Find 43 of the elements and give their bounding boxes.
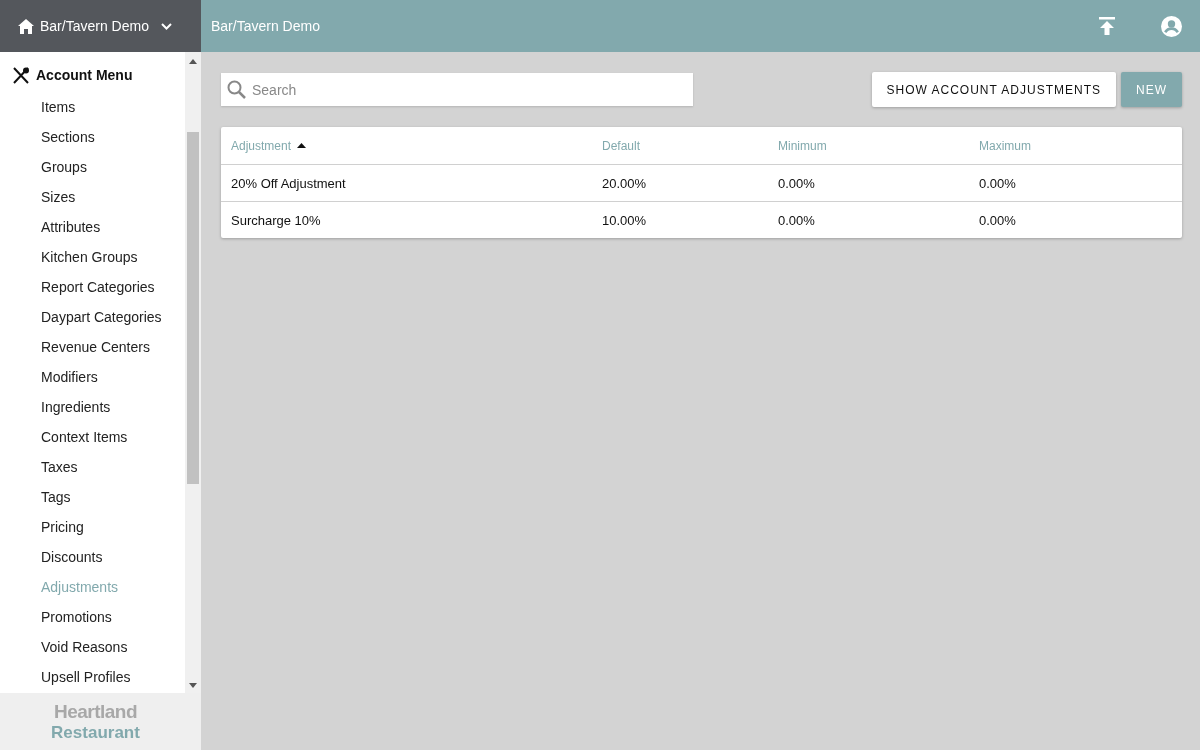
upload-icon[interactable] [1099, 17, 1115, 35]
scroll-down-icon[interactable] [189, 683, 197, 688]
sidebar-item[interactable]: Promotions [0, 602, 185, 632]
sidebar-item[interactable]: Discounts [0, 542, 185, 572]
sidebar-item[interactable]: Taxes [0, 452, 185, 482]
utensils-icon [12, 66, 30, 84]
table-cell: 0.00% [979, 176, 1016, 191]
table-cell: 0.00% [979, 213, 1016, 228]
sidebar-item[interactable]: Void Reasons [0, 632, 185, 662]
chevron-down-icon[interactable] [160, 22, 172, 30]
show-adjustments-button[interactable]: SHOW ACCOUNT ADJUSTMENTS [871, 72, 1116, 107]
sort-up-icon[interactable] [297, 143, 307, 148]
sidebar-item[interactable]: Sections [0, 122, 185, 152]
sidebar-item[interactable]: Daypart Categories [0, 302, 185, 332]
sidebar-item[interactable]: Report Categories [0, 272, 185, 302]
sidebar-item[interactable]: Items [0, 92, 185, 122]
sidebar-item[interactable]: Pricing [0, 512, 185, 542]
table-cell: 20.00% [602, 176, 647, 191]
sidebar-item[interactable]: Context Items [0, 422, 185, 452]
sidebar-item[interactable]: Upsell Profiles [0, 662, 185, 692]
sidebar-item[interactable]: Attributes [0, 212, 185, 242]
account-name[interactable]: Bar/Tavern Demo [40, 18, 149, 34]
search-icon [227, 80, 246, 99]
search-field[interactable]: Search [221, 73, 693, 106]
page-title: Bar/Tavern Demo [211, 18, 321, 34]
logo-text: Restaurant [51, 722, 140, 743]
table-cell: 0.00% [778, 176, 815, 191]
sidebar-item[interactable]: Sizes [0, 182, 185, 212]
table-cell: 20% Off Adjustment [231, 176, 346, 191]
sidebar-item[interactable]: Groups [0, 152, 185, 182]
sidebar-item[interactable]: Kitchen Groups [0, 242, 185, 272]
table-cell: 0.00% [778, 213, 815, 228]
scroll-up-icon[interactable] [189, 59, 197, 64]
sidebar-item[interactable]: Ingredients [0, 392, 185, 422]
table-cell: 10.00% [602, 213, 647, 228]
sidebar-item[interactable]: Modifiers [0, 362, 185, 392]
user-icon[interactable] [1161, 15, 1182, 37]
sidebar-item[interactable]: Revenue Centers [0, 332, 185, 362]
table-cell: Surcharge 10% [231, 213, 321, 228]
sidebar-item[interactable]: Tags [0, 482, 185, 512]
menu-title: Account Menu [36, 67, 133, 83]
home-icon [18, 18, 34, 34]
logo-text: Heartland [53, 700, 138, 723]
